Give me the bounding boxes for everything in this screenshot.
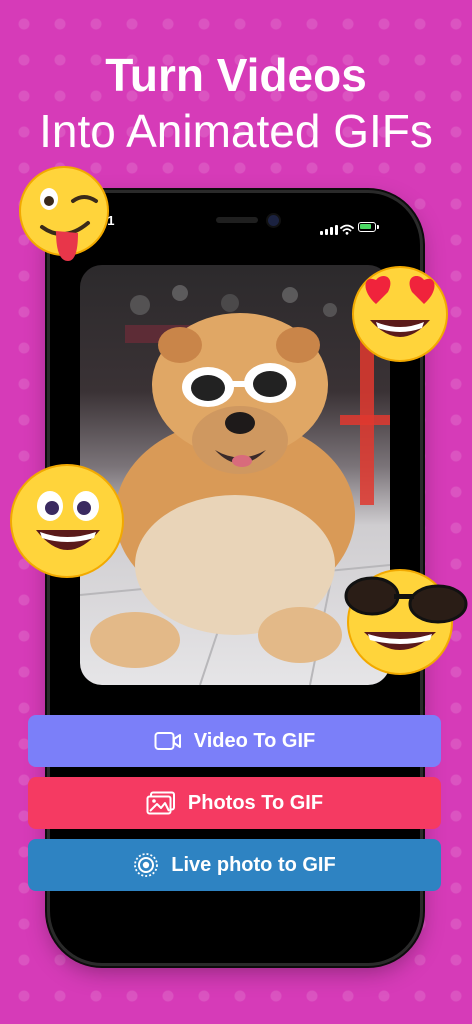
front-camera-icon xyxy=(268,215,279,226)
video-to-gif-button[interactable]: Video To GIF xyxy=(28,715,441,767)
live-photo-to-gif-button[interactable]: Live photo to GIF xyxy=(28,839,441,891)
cellular-signal-icon xyxy=(320,225,338,235)
live-photo-to-gif-label: Live photo to GIF xyxy=(171,853,336,876)
sunglasses-laughing-emoji-icon xyxy=(342,564,470,676)
live-photo-icon xyxy=(133,852,159,878)
photos-icon xyxy=(146,791,176,815)
photos-to-gif-button[interactable]: Photos To GIF xyxy=(28,777,441,829)
video-camera-icon xyxy=(154,731,182,751)
headline-subtitle: Into Animated GIFs xyxy=(39,105,433,157)
photos-to-gif-label: Photos To GIF xyxy=(187,791,324,814)
wifi-icon xyxy=(340,222,354,240)
headline-title: Turn Videos xyxy=(105,49,367,101)
video-to-gif-label: Video To GIF xyxy=(193,729,316,752)
battery-icon xyxy=(358,222,379,232)
phone-notch xyxy=(148,207,322,235)
heart-eyes-emoji-icon xyxy=(346,262,452,366)
winking-tongue-emoji-icon xyxy=(18,165,114,265)
speaker-grille xyxy=(216,217,258,223)
grinning-emoji-icon xyxy=(8,462,126,580)
